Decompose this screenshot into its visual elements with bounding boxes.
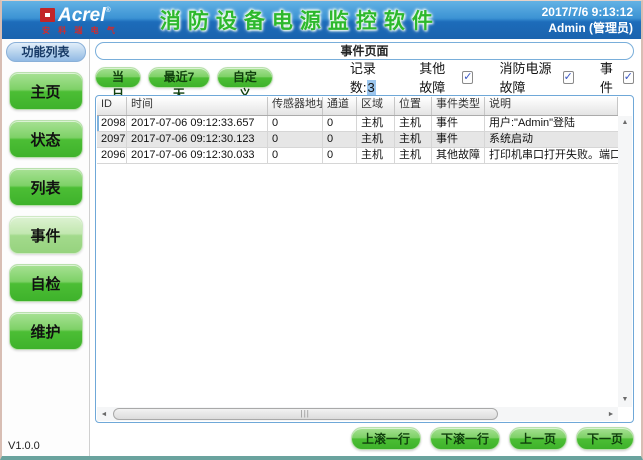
- sidebar: 功能列表 主页 状态 列表 事件 自检 维护 V1.0.0: [2, 39, 90, 456]
- event-type-filters: 其他故障 ✓ 消防电源故障 ✓ 事件 ✓: [393, 58, 634, 96]
- column-header-description[interactable]: 说明: [485, 97, 618, 115]
- checkbox-other-fault-label: 其他故障: [419, 58, 457, 96]
- logged-in-user: Admin (管理员): [542, 20, 633, 36]
- acrel-logo-icon: [40, 8, 55, 22]
- cell-channel: 0: [323, 116, 357, 131]
- column-header-time[interactable]: 时间: [127, 97, 268, 115]
- cell-id: 2097: [97, 132, 127, 147]
- cell-region: 主机: [357, 132, 395, 147]
- record-count-value: 3: [367, 80, 376, 95]
- column-header-event-type[interactable]: 事件类型: [432, 97, 485, 115]
- filter-last7days-button[interactable]: 最近7天: [148, 67, 210, 88]
- scroll-up-row-button[interactable]: 上滚一行: [351, 427, 421, 450]
- cell-event-type: 事件: [432, 116, 485, 131]
- horizontal-scroll-track[interactable]: |||: [111, 407, 604, 421]
- scroll-down-row-button[interactable]: 下滚一行: [430, 427, 500, 450]
- cell-event-type: 事件: [432, 132, 485, 147]
- registered-mark: ®: [106, 7, 111, 14]
- brand-name: Acrel: [58, 6, 106, 25]
- scroll-left-icon[interactable]: ◄: [97, 411, 111, 418]
- cell-time: 2017-07-06 09:12:30.123: [127, 132, 268, 147]
- filter-row: 当日 最近7天 自定义 记录数:3 其他故障 ✓ 消防电源故障 ✓ 事件 ✓: [95, 64, 634, 90]
- cell-description: 用户:"Admin"登陆: [485, 116, 618, 131]
- header-bar: Acrel ® 安 科 瑞 电 气 消防设备电源监控软件 2017/7/6 9:…: [2, 1, 641, 39]
- column-header-sensor-address[interactable]: 传感器地址: [268, 97, 323, 115]
- sidebar-header: 功能列表: [6, 42, 86, 62]
- events-table: ID 时间 传感器地址 通道 区域 位置 事件类型 说明 2098 2017-0…: [97, 97, 618, 407]
- column-header-location[interactable]: 位置: [395, 97, 432, 115]
- table-row[interactable]: 2096 2017-07-06 09:12:30.033 0 0 主机 主机 其…: [97, 148, 618, 164]
- cell-description: 系统启动: [485, 132, 618, 147]
- sidebar-item-maintenance[interactable]: 维护: [9, 312, 83, 350]
- horizontal-scrollbar[interactable]: ◄ ||| ►: [97, 407, 618, 421]
- scroll-down-icon[interactable]: ▼: [618, 393, 632, 407]
- sidebar-item-selftest[interactable]: 自检: [9, 264, 83, 302]
- table-header-row: ID 时间 传感器地址 通道 区域 位置 事件类型 说明: [97, 97, 618, 116]
- column-header-region[interactable]: 区域: [357, 97, 395, 115]
- record-count: 记录数:3: [350, 58, 393, 96]
- sidebar-item-home[interactable]: 主页: [9, 72, 83, 110]
- brand-block: Acrel ® 安 科 瑞 电 气: [40, 6, 118, 35]
- cell-sensor-address: 0: [268, 116, 323, 131]
- checkbox-event[interactable]: 事件 ✓: [600, 58, 634, 96]
- brand-subtitle: 安 科 瑞 电 气: [42, 27, 118, 35]
- window-resize-grip: [262, 456, 382, 460]
- checkbox-fire-power-fault[interactable]: 消防电源故障 ✓: [499, 58, 573, 96]
- column-header-id[interactable]: ID: [97, 97, 127, 115]
- checkbox-icon[interactable]: ✓: [623, 71, 634, 84]
- scroll-up-icon[interactable]: ▲: [618, 116, 632, 130]
- cell-sensor-address: 0: [268, 132, 323, 147]
- checkbox-other-fault[interactable]: 其他故障 ✓: [419, 58, 473, 96]
- next-page-button[interactable]: 下一页: [576, 427, 634, 450]
- checkbox-fire-power-fault-label: 消防电源故障: [499, 58, 557, 96]
- events-table-panel: ID 时间 传感器地址 通道 区域 位置 事件类型 说明 2098 2017-0…: [95, 95, 634, 423]
- sidebar-item-list[interactable]: 列表: [9, 168, 83, 206]
- cell-id: 2096: [97, 148, 127, 163]
- horizontal-scroll-thumb[interactable]: |||: [113, 408, 498, 420]
- header-info: 2017/7/6 9:13:12 Admin (管理员): [542, 4, 633, 36]
- cell-id: 2098: [97, 116, 127, 131]
- cell-region: 主机: [357, 116, 395, 131]
- filter-custom-button[interactable]: 自定义: [217, 67, 273, 88]
- cell-sensor-address: 0: [268, 148, 323, 163]
- cell-location: 主机: [395, 148, 432, 163]
- vertical-scrollbar[interactable]: ▲ ▼: [618, 116, 632, 407]
- cell-region: 主机: [357, 148, 395, 163]
- sidebar-item-events[interactable]: 事件: [9, 216, 83, 254]
- datetime-text: 2017/7/6 9:13:12: [542, 4, 633, 20]
- pagination-row: 上滚一行 下滚一行 上一页 下一页: [91, 427, 634, 450]
- cell-description: 打印机串口打开失败。端口 "C: [485, 148, 618, 163]
- table-row[interactable]: 2098 2017-07-06 09:12:33.657 0 0 主机 主机 事…: [97, 116, 618, 132]
- cell-channel: 0: [323, 132, 357, 147]
- app-window: Acrel ® 安 科 瑞 电 气 消防设备电源监控软件 2017/7/6 9:…: [0, 0, 643, 460]
- cell-location: 主机: [395, 116, 432, 131]
- version-label: V1.0.0: [2, 440, 40, 456]
- column-header-channel[interactable]: 通道: [323, 97, 357, 115]
- main-area: 事件页面 当日 最近7天 自定义 记录数:3 其他故障 ✓ 消防电源故障 ✓ 事…: [91, 39, 641, 456]
- checkbox-icon[interactable]: ✓: [462, 71, 473, 84]
- checkbox-icon[interactable]: ✓: [563, 71, 574, 84]
- cell-time: 2017-07-06 09:12:33.657: [127, 116, 268, 131]
- filter-today-button[interactable]: 当日: [95, 67, 141, 88]
- cell-location: 主机: [395, 132, 432, 147]
- cell-event-type: 其他故障: [432, 148, 485, 163]
- app-title: 消防设备电源监控软件: [160, 5, 440, 35]
- cell-time: 2017-07-06 09:12:30.033: [127, 148, 268, 163]
- checkbox-event-label: 事件: [600, 58, 618, 96]
- table-row[interactable]: 2097 2017-07-06 09:12:30.123 0 0 主机 主机 事…: [97, 132, 618, 148]
- scroll-right-icon[interactable]: ►: [604, 411, 618, 418]
- sidebar-item-status[interactable]: 状态: [9, 120, 83, 158]
- scroll-grip-icon: |||: [301, 410, 310, 418]
- cell-channel: 0: [323, 148, 357, 163]
- previous-page-button[interactable]: 上一页: [509, 427, 567, 450]
